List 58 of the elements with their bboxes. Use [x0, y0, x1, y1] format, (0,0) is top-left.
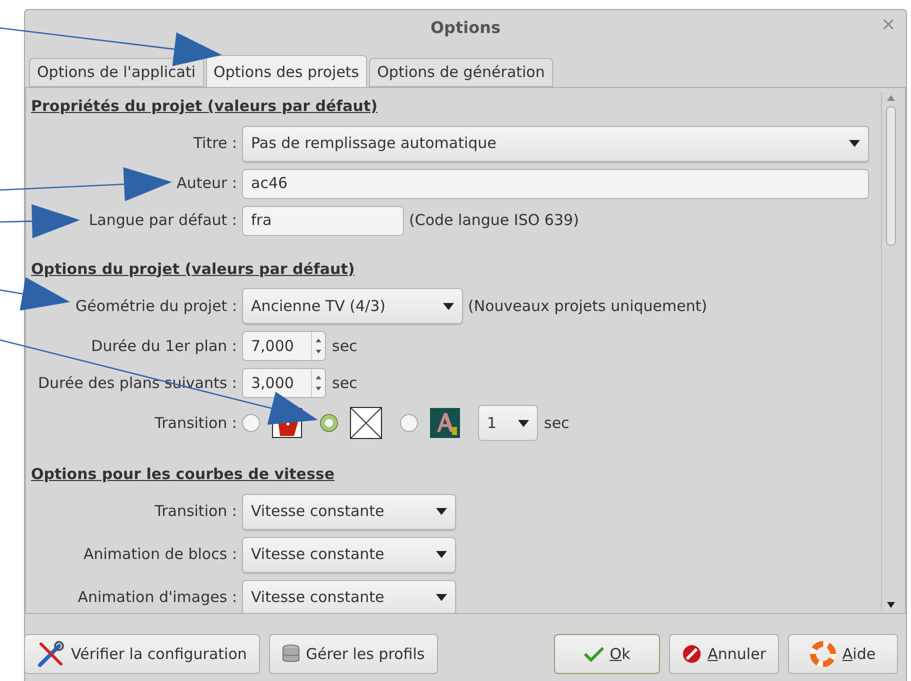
- field-label: Durée des plans suivants :: [38, 372, 237, 394]
- caret-icon: [518, 420, 529, 426]
- field-label: Animation de blocs :: [83, 544, 237, 566]
- check-icon: [584, 646, 604, 662]
- unit-label: sec: [332, 336, 358, 357]
- radio-button[interactable]: [400, 414, 418, 432]
- unit-label: sec: [544, 412, 570, 434]
- field-label: Transition :: [154, 412, 237, 434]
- dropdown[interactable]: Vitesse constante: [242, 536, 456, 572]
- caret-icon: [436, 551, 447, 558]
- database-icon: [282, 644, 300, 664]
- tab[interactable]: Options de génération: [369, 58, 553, 87]
- text-field[interactable]: fra: [242, 206, 404, 236]
- dialog-button[interactable]: Vérifier la configuration: [24, 634, 260, 674]
- dropdown[interactable]: Vitesse constante: [242, 494, 456, 530]
- field-label: Transition :: [154, 501, 237, 522]
- field-note: (Nouveaux projets uniquement): [468, 296, 708, 317]
- field-note: (Code langue ISO 639): [409, 210, 579, 232]
- spin-box[interactable]: 3,000: [242, 368, 326, 398]
- scroll-down-icon[interactable]: [886, 602, 894, 608]
- radio-button[interactable]: [242, 414, 260, 432]
- field-label: Titre :: [193, 133, 237, 154]
- spin-box[interactable]: 7,000: [242, 331, 326, 361]
- crossed-box-icon: [350, 407, 382, 439]
- section-heading: Options du projet (valeurs par défaut): [31, 260, 355, 278]
- section-heading: Propriétés du projet (valeurs par défaut): [31, 97, 378, 115]
- radio-button[interactable]: [320, 414, 338, 432]
- caret-icon: [436, 594, 447, 601]
- window-title: Options: [430, 17, 501, 39]
- dropdown[interactable]: Pas de remplissage automatique: [242, 126, 869, 162]
- tab[interactable]: Options des projets: [206, 55, 368, 88]
- scroll-up-icon[interactable]: [886, 95, 894, 101]
- text-field[interactable]: ac46: [242, 168, 869, 198]
- dropdown[interactable]: 1: [478, 405, 538, 441]
- dialog-button[interactable]: Ok: [554, 634, 660, 674]
- dropdown[interactable]: Ancienne TV (4/3): [242, 288, 463, 324]
- tab[interactable]: Options de l'applicati: [29, 58, 204, 87]
- no-entry-icon: [682, 644, 702, 664]
- section-heading: Options pour les courbes de vitesse: [31, 465, 335, 483]
- dialog-button[interactable]: Annuler: [669, 634, 779, 674]
- field-label: Auteur :: [176, 173, 237, 194]
- dropdown[interactable]: Vitesse constante: [242, 580, 456, 613]
- annotation-arrow: [0, 277, 70, 311]
- tools-icon: [37, 640, 65, 668]
- scrollbar[interactable]: [881, 92, 899, 611]
- field-label: Animation d'images :: [78, 587, 237, 608]
- letter-tile-icon: [430, 408, 460, 438]
- field-label: Durée du 1er plan :: [91, 336, 237, 357]
- scroll-thumb[interactable]: [886, 106, 896, 246]
- caret-icon: [849, 140, 860, 147]
- unit-label: sec: [332, 372, 358, 394]
- field-label: Langue par défaut :: [88, 210, 237, 232]
- lifebuoy-icon: [810, 641, 836, 667]
- field-label: Géométrie du projet :: [75, 296, 237, 317]
- caret-icon: [436, 508, 447, 515]
- caret-icon: [443, 302, 454, 310]
- dialog-button[interactable]: Gérer les profils: [268, 634, 438, 674]
- dialog-button[interactable]: Aide: [788, 634, 898, 674]
